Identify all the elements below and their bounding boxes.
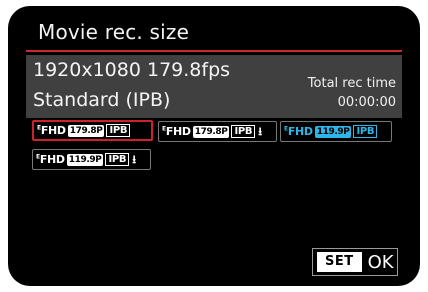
title-divider [26, 50, 402, 52]
selection-info-panel: 1920x1080 179.8fps Standard (IPB) Total … [26, 55, 402, 118]
fhd-icon: EFHD [37, 124, 66, 137]
resolution-text: 1920x1080 179.8fps [33, 59, 231, 81]
light-compression-icon: ⭳ [258, 124, 263, 138]
light-compression-icon: ⭳ [132, 152, 137, 166]
set-ok-button[interactable]: SET OK [312, 248, 398, 276]
menu-title: Movie rec. size [38, 20, 190, 44]
total-rec-time-label: Total rec time [307, 76, 396, 91]
frame-rate-badge: 119.9P [314, 125, 352, 138]
set-key-icon: SET [317, 252, 362, 272]
camera-menu-screen: Movie rec. size 1920x1080 179.8fps Stand… [8, 6, 420, 286]
fhd-icon: EFHD [162, 125, 191, 138]
total-rec-time-value: 00:00:00 [337, 95, 396, 110]
option-fhd-1199p-ipb[interactable]: EFHD 119.9P IPB [280, 121, 392, 142]
ok-label: OK [367, 251, 394, 273]
codec-badge: IPB [231, 125, 256, 138]
option-fhd-1199p-ipb-light[interactable]: EFHD 119.9P IPB ⭳ [32, 149, 151, 170]
option-fhd-1798p-ipb[interactable]: EFHD 179.8P IPB [32, 120, 153, 141]
compression-text: Standard (IPB) [33, 89, 171, 111]
codec-badge: IPB [105, 153, 130, 166]
codec-badge: IPB [106, 124, 131, 137]
fhd-icon: EFHD [36, 153, 65, 166]
frame-rate-badge: 179.8P [192, 125, 230, 138]
frame-rate-badge: 119.9P [66, 153, 104, 166]
option-fhd-1798p-ipb-light[interactable]: EFHD 179.8P IPB ⭳ [158, 121, 277, 142]
codec-badge: IPB [353, 125, 378, 138]
fhd-icon: EFHD [284, 125, 313, 138]
frame-rate-badge: 179.8P [67, 124, 105, 137]
